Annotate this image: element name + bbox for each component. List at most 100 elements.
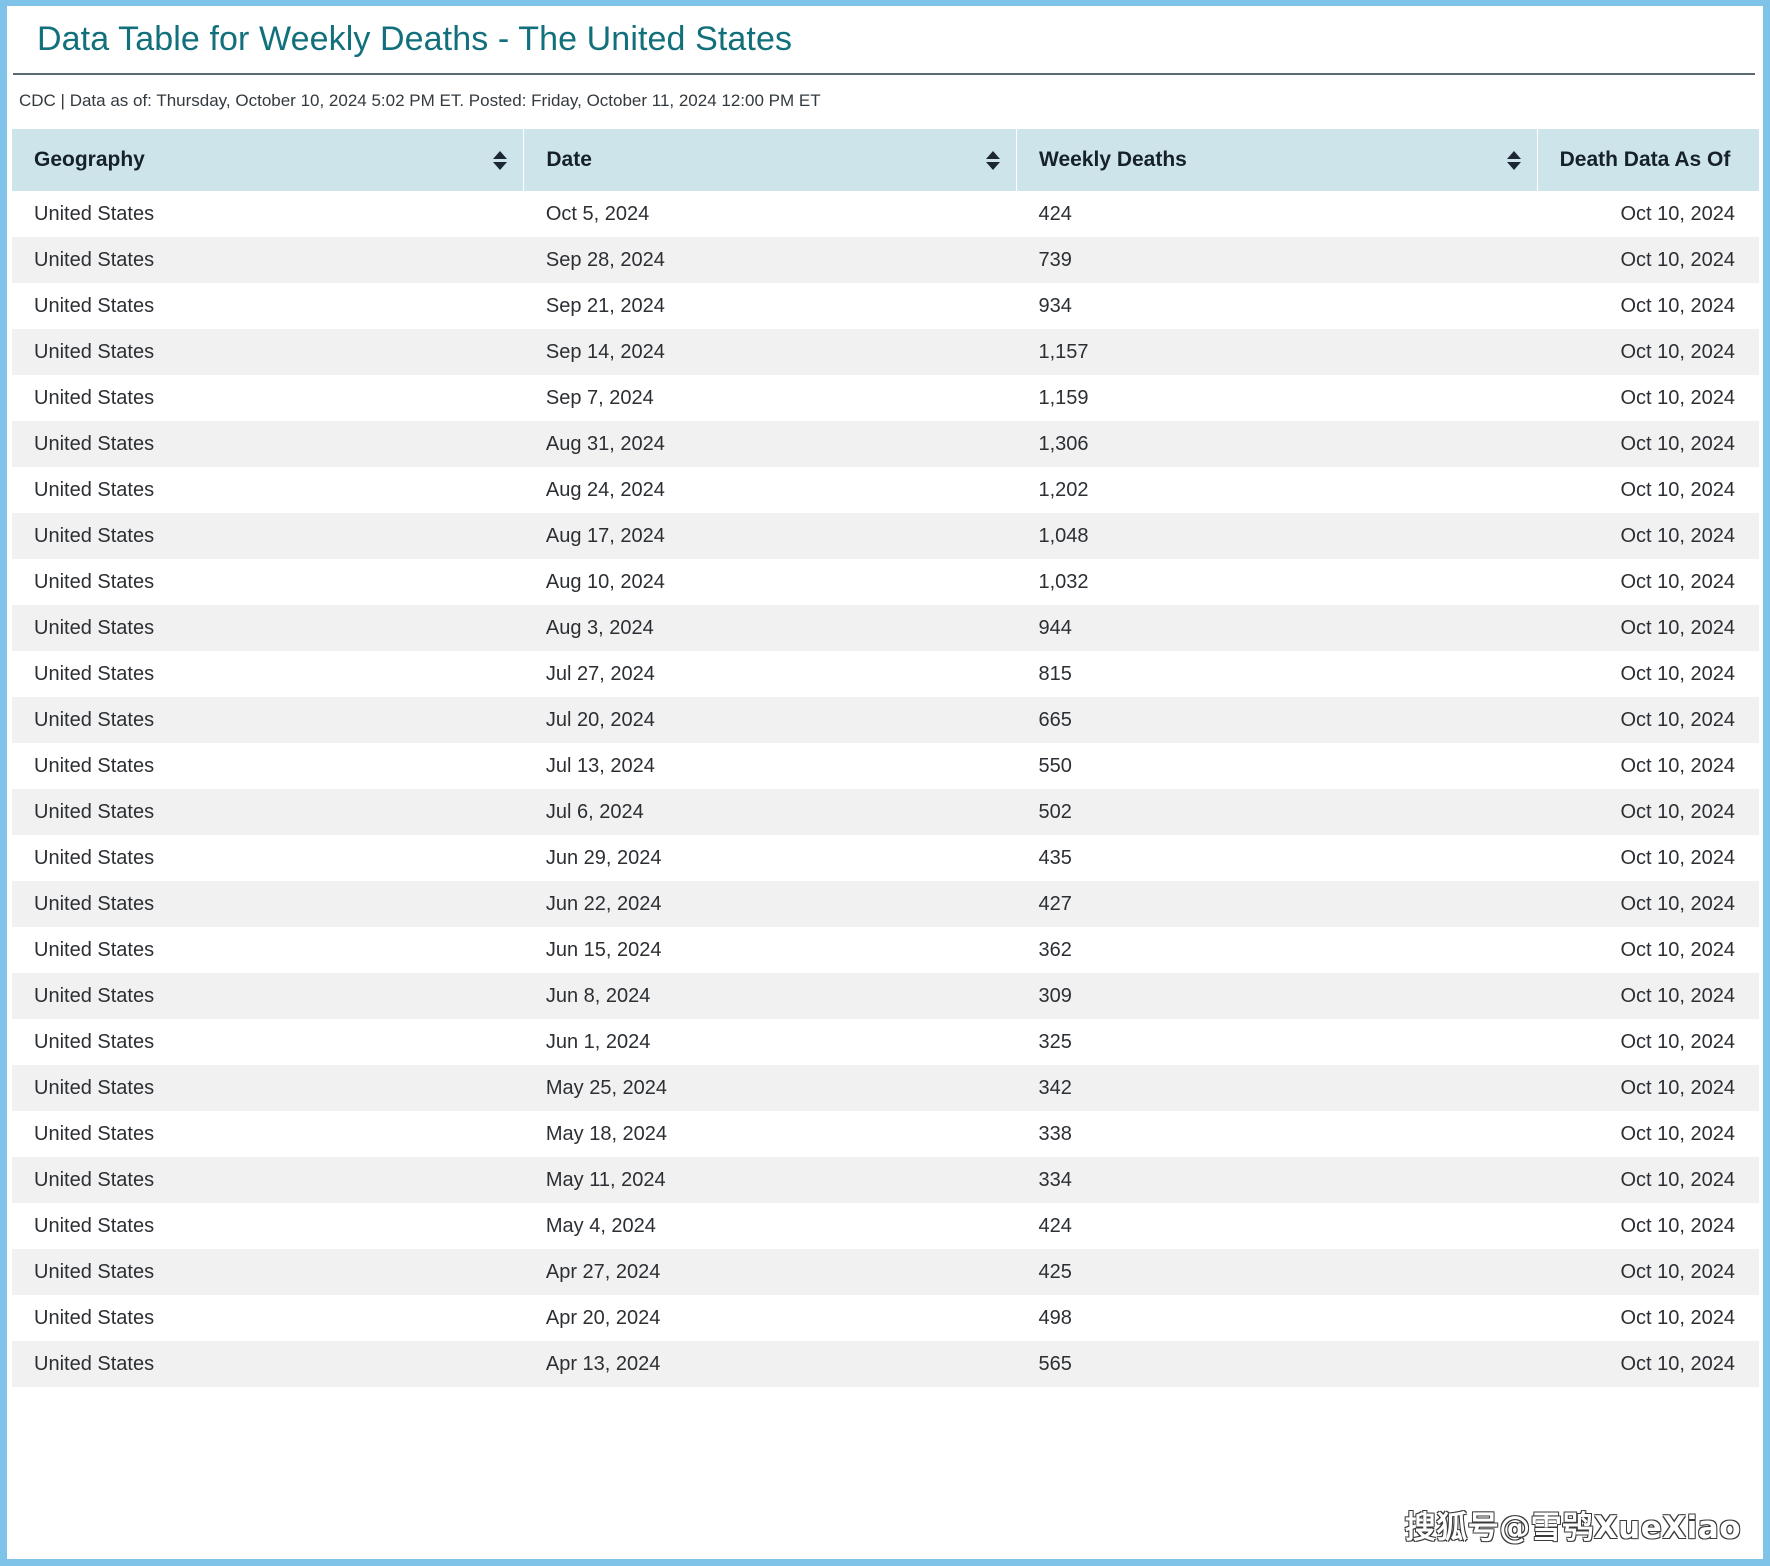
cell-death-data-as-of: Oct 10, 2024 [1537,421,1759,467]
cell-geography: United States [12,283,524,329]
cell-death-data-as-of: Oct 10, 2024 [1537,973,1759,1019]
cell-weekly-deaths: 1,159 [1017,375,1538,421]
cell-date: Sep 21, 2024 [524,283,1017,329]
cell-date: May 25, 2024 [524,1065,1017,1111]
weekly-deaths-table: Geography Date [12,129,1759,1387]
cell-date: Apr 13, 2024 [524,1341,1017,1387]
table-row: United StatesMay 11, 2024334Oct 10, 2024 [12,1157,1759,1203]
cell-geography: United States [12,835,524,881]
data-table-page: Data Table for Weekly Deaths - The Unite… [0,0,1770,1566]
cell-date: Jun 8, 2024 [524,973,1017,1019]
cell-date: Jun 1, 2024 [524,1019,1017,1065]
cell-date: Sep 7, 2024 [524,375,1017,421]
cell-date: Aug 3, 2024 [524,605,1017,651]
table-row: United StatesAug 17, 20241,048Oct 10, 20… [12,513,1759,559]
cell-weekly-deaths: 739 [1017,237,1538,283]
table-row: United StatesJul 13, 2024550Oct 10, 2024 [12,743,1759,789]
table-row: United StatesAug 24, 20241,202Oct 10, 20… [12,467,1759,513]
cell-geography: United States [12,1249,524,1295]
column-header-date-label: Date [546,148,592,172]
cell-date: Apr 20, 2024 [524,1295,1017,1341]
cell-death-data-as-of: Oct 10, 2024 [1537,191,1759,237]
cell-weekly-deaths: 944 [1017,605,1538,651]
cell-geography: United States [12,1203,524,1249]
cell-death-data-as-of: Oct 10, 2024 [1537,651,1759,697]
table-row: United StatesJul 20, 2024665Oct 10, 2024 [12,697,1759,743]
cell-weekly-deaths: 325 [1017,1019,1538,1065]
cell-weekly-deaths: 309 [1017,973,1538,1019]
page-title: Data Table for Weekly Deaths - The Unite… [37,20,1755,59]
cell-geography: United States [12,375,524,421]
cell-geography: United States [12,1019,524,1065]
cell-date: Aug 10, 2024 [524,559,1017,605]
cell-geography: United States [12,191,524,237]
column-header-geography[interactable]: Geography [12,129,524,191]
cell-weekly-deaths: 427 [1017,881,1538,927]
table-row: United StatesMay 4, 2024424Oct 10, 2024 [12,1203,1759,1249]
cell-death-data-as-of: Oct 10, 2024 [1537,329,1759,375]
cell-date: Oct 5, 2024 [524,191,1017,237]
cell-death-data-as-of: Oct 10, 2024 [1537,927,1759,973]
cell-weekly-deaths: 665 [1017,697,1538,743]
cell-death-data-as-of: Oct 10, 2024 [1537,1111,1759,1157]
cell-date: Jun 22, 2024 [524,881,1017,927]
column-header-weekly-deaths-label: Weekly Deaths [1039,148,1187,172]
table-row: United StatesJun 1, 2024325Oct 10, 2024 [12,1019,1759,1065]
cell-date: Jun 29, 2024 [524,835,1017,881]
cell-weekly-deaths: 334 [1017,1157,1538,1203]
cell-date: May 4, 2024 [524,1203,1017,1249]
cell-geography: United States [12,1157,524,1203]
cell-date: Jul 6, 2024 [524,789,1017,835]
sort-toggle-icon[interactable] [986,151,1000,170]
cell-geography: United States [12,789,524,835]
table-row: United StatesJul 6, 2024502Oct 10, 2024 [12,789,1759,835]
table-row: United StatesSep 28, 2024739Oct 10, 2024 [12,237,1759,283]
table-row: United StatesJun 8, 2024309Oct 10, 2024 [12,973,1759,1019]
table-row: United StatesJul 27, 2024815Oct 10, 2024 [12,651,1759,697]
sort-toggle-icon[interactable] [493,151,507,170]
cell-death-data-as-of: Oct 10, 2024 [1537,1157,1759,1203]
table-row: United StatesSep 14, 20241,157Oct 10, 20… [12,329,1759,375]
cell-geography: United States [12,973,524,1019]
cell-weekly-deaths: 1,157 [1017,329,1538,375]
cell-geography: United States [12,237,524,283]
cell-death-data-as-of: Oct 10, 2024 [1537,697,1759,743]
cell-weekly-deaths: 565 [1017,1341,1538,1387]
cell-geography: United States [12,743,524,789]
cell-weekly-deaths: 502 [1017,789,1538,835]
cell-date: Aug 17, 2024 [524,513,1017,559]
cell-weekly-deaths: 1,048 [1017,513,1538,559]
cell-weekly-deaths: 425 [1017,1249,1538,1295]
sort-toggle-icon[interactable] [1507,151,1521,170]
table-row: United StatesAug 10, 20241,032Oct 10, 20… [12,559,1759,605]
table-row: United StatesAug 3, 2024944Oct 10, 2024 [12,605,1759,651]
cell-death-data-as-of: Oct 10, 2024 [1537,789,1759,835]
cell-death-data-as-of: Oct 10, 2024 [1537,513,1759,559]
table-body: United StatesOct 5, 2024424Oct 10, 2024U… [12,191,1759,1387]
cell-date: Aug 31, 2024 [524,421,1017,467]
cell-date: Aug 24, 2024 [524,467,1017,513]
cell-geography: United States [12,651,524,697]
cell-weekly-deaths: 550 [1017,743,1538,789]
cell-weekly-deaths: 435 [1017,835,1538,881]
column-header-date[interactable]: Date [524,129,1017,191]
cell-date: Jul 27, 2024 [524,651,1017,697]
table-header-row: Geography Date [12,129,1759,191]
cell-death-data-as-of: Oct 10, 2024 [1537,1341,1759,1387]
cell-date: May 18, 2024 [524,1111,1017,1157]
cell-geography: United States [12,881,524,927]
cell-death-data-as-of: Oct 10, 2024 [1537,605,1759,651]
cell-geography: United States [12,927,524,973]
cell-geography: United States [12,605,524,651]
table-row: United StatesSep 21, 2024934Oct 10, 2024 [12,283,1759,329]
cell-date: Sep 28, 2024 [524,237,1017,283]
cell-date: Sep 14, 2024 [524,329,1017,375]
column-header-weekly-deaths[interactable]: Weekly Deaths [1017,129,1538,191]
cell-geography: United States [12,1341,524,1387]
cell-geography: United States [12,1295,524,1341]
cell-death-data-as-of: Oct 10, 2024 [1537,1065,1759,1111]
cell-geography: United States [12,467,524,513]
column-header-death-data-as-of[interactable]: Death Data As Of [1537,129,1759,191]
table-row: United StatesJun 29, 2024435Oct 10, 2024 [12,835,1759,881]
cell-weekly-deaths: 424 [1017,1203,1538,1249]
